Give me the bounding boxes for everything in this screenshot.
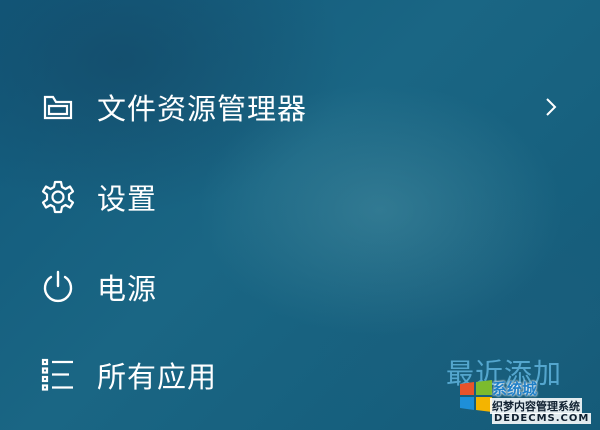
menu-item-power[interactable]: 电源: [0, 242, 600, 332]
menu-item-label: 所有应用: [97, 360, 218, 394]
chevron-right-icon[interactable]: [540, 92, 562, 122]
watermark-title: 系统城: [492, 380, 538, 398]
gear-icon: [36, 175, 80, 219]
power-icon: [36, 265, 80, 309]
menu-item-label: 设置: [97, 182, 158, 216]
all-apps-list-icon: [36, 353, 80, 397]
watermark-subtitle: 织梦内容管理系统: [490, 398, 582, 414]
menu-item-label: 文件资源管理器: [97, 92, 308, 126]
watermark-domain: DEDECMS.COM: [492, 413, 592, 424]
menu-item-label: 电源: [97, 272, 158, 306]
watermark: 系统城 织梦内容管理系统 DEDECMS.COM: [448, 372, 600, 430]
menu-item-settings[interactable]: 设置: [0, 152, 600, 242]
menu-item-file-explorer[interactable]: 文件资源管理器: [0, 62, 600, 152]
file-explorer-icon: [36, 85, 80, 129]
